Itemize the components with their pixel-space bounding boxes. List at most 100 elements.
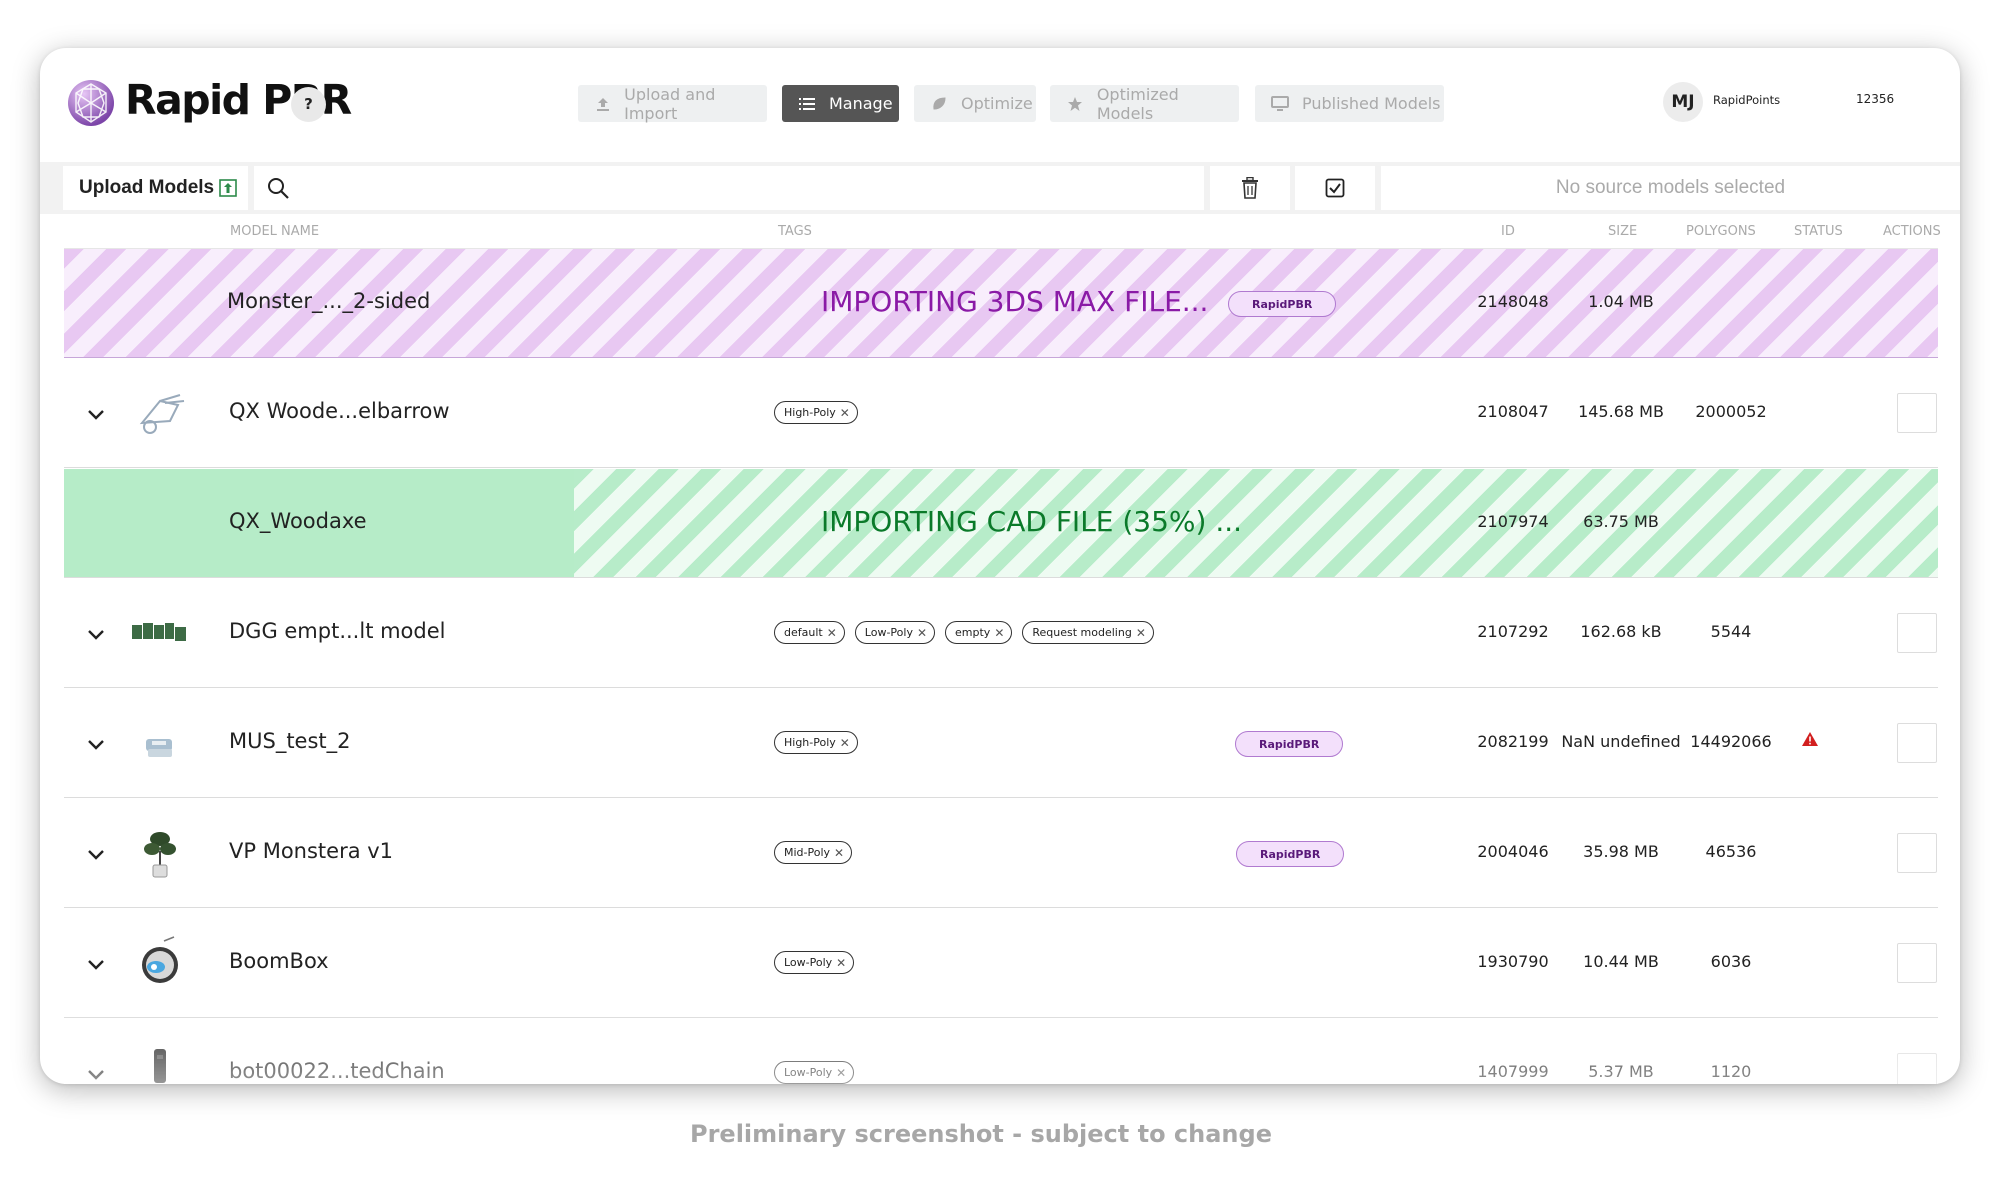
import-status-text: IMPORTING 3DS MAX FILE... <box>821 285 1209 318</box>
chevron-down-icon[interactable] <box>84 952 108 976</box>
table-header: MODEL NAME TAGS ID SIZE POLYGONS STATUS … <box>64 214 1941 249</box>
table-row[interactable]: QX Woode...elbarrow High-Poly ✕ 2108047 1… <box>64 359 1938 468</box>
model-id: 2107292 <box>1477 622 1549 641</box>
column-status[interactable]: STATUS <box>1794 224 1843 239</box>
tag-chip[interactable]: empty ✕ <box>945 621 1013 644</box>
select-all-button[interactable] <box>1295 166 1375 210</box>
chevron-down-icon[interactable] <box>84 732 108 756</box>
column-size[interactable]: SIZE <box>1608 224 1637 239</box>
tag-chip[interactable]: Low-Poly ✕ <box>854 621 936 644</box>
table-row-importing[interactable]: QX_Woodaxe IMPORTING CAD FILE (35%) ... … <box>64 469 1938 578</box>
nav-label: Manage <box>829 94 893 113</box>
search-icon <box>268 178 289 199</box>
remove-tag-icon[interactable]: ✕ <box>1136 626 1146 640</box>
remove-tag-icon[interactable]: ✕ <box>827 626 837 640</box>
row-select-checkbox[interactable] <box>1897 943 1937 983</box>
table-row-importing[interactable]: Monster_..._2-sided IMPORTING 3DS MAX FI… <box>64 249 1938 358</box>
remove-tag-icon[interactable]: ✕ <box>834 846 844 860</box>
delete-button[interactable] <box>1210 166 1290 210</box>
rapidpoints-value: 12356 <box>1856 92 1895 106</box>
tag-list: Mid-Poly ✕ <box>774 841 853 864</box>
table-row[interactable]: VP Monstera v1 Mid-Poly ✕ RapidPBR 200404… <box>64 799 1938 908</box>
nav-published-models[interactable]: Published Models <box>1255 85 1444 122</box>
model-name: MUS_test_2 <box>229 729 351 753</box>
upload-icon <box>219 179 237 197</box>
tag-chip[interactable]: High-Poly ✕ <box>774 401 858 424</box>
remove-tag-icon[interactable]: ✕ <box>840 406 850 420</box>
status-cell <box>1790 731 1830 751</box>
model-name: Monster_..._2-sided <box>227 289 431 313</box>
column-polygons[interactable]: POLYGONS <box>1686 224 1756 239</box>
search-input[interactable] <box>254 166 1204 210</box>
warning-icon <box>1802 732 1818 746</box>
chevron-down-icon[interactable] <box>84 842 108 866</box>
model-id: 1407999 <box>1477 1062 1549 1081</box>
leaf-icon <box>929 96 949 112</box>
nav-label: Optimize <box>961 94 1033 113</box>
model-size: 162.68 kB <box>1580 622 1662 641</box>
model-size: 63.75 MB <box>1583 512 1659 531</box>
nav-manage[interactable]: Manage <box>782 85 899 122</box>
chevron-down-icon[interactable] <box>84 622 108 646</box>
model-name: bot00022...tedChain <box>229 1059 445 1083</box>
trash-icon <box>1242 177 1258 199</box>
column-model-name[interactable]: MODEL NAME <box>230 224 319 239</box>
tag-chip[interactable]: High-Poly ✕ <box>774 731 858 754</box>
tag-label: Low-Poly <box>864 626 913 639</box>
app-window: Rapid PBR ? Upload and Import Manage Opt… <box>40 48 1960 1084</box>
tag-label: High-Poly <box>784 736 836 749</box>
remove-tag-icon[interactable]: ✕ <box>836 1066 846 1080</box>
model-size: 5.37 MB <box>1588 1062 1654 1081</box>
import-progress-stripes <box>574 469 1938 577</box>
row-select-checkbox[interactable] <box>1897 393 1937 433</box>
help-button[interactable]: ? <box>291 87 326 122</box>
caption: Preliminary screenshot - subject to chan… <box>690 1120 1272 1148</box>
remove-tag-icon[interactable]: ✕ <box>994 626 1004 640</box>
table-row[interactable]: BoomBox Low-Poly ✕ 1930790 10.44 MB 6036 <box>64 909 1938 1018</box>
nav-optimized-models[interactable]: Optimized Models <box>1050 84 1239 123</box>
checkbox-checked-icon <box>1325 178 1345 198</box>
upload-models-button[interactable]: Upload Models <box>63 166 248 210</box>
nav-upload-and-import[interactable]: Upload and Import <box>578 85 767 123</box>
model-polygons: 5544 <box>1710 622 1752 641</box>
model-size: NaN undefined <box>1561 732 1681 751</box>
chevron-down-icon[interactable] <box>84 402 108 426</box>
tag-list: default ✕ Low-Poly ✕ empty ✕ Request modeli… <box>774 621 1154 644</box>
tag-chip[interactable]: Request modeling ✕ <box>1022 621 1154 644</box>
tag-chip[interactable]: Low-Poly ✕ <box>774 1061 855 1084</box>
model-polygons: 2000052 <box>1695 402 1767 421</box>
table-row[interactable]: MUS_test_2 High-Poly ✕ RapidPBR 2082199 N… <box>64 689 1938 798</box>
column-actions: ACTIONS <box>1883 224 1941 239</box>
nav-label: Optimized Models <box>1096 84 1179 123</box>
nav-label: Published Models <box>1302 94 1441 113</box>
remove-tag-icon[interactable]: ✕ <box>840 736 850 750</box>
nav-optimize[interactable]: Optimize <box>914 85 1036 122</box>
row-select-checkbox[interactable] <box>1897 723 1937 763</box>
model-id: 2004046 <box>1477 842 1549 861</box>
tag-chip[interactable]: default ✕ <box>774 621 845 644</box>
remove-tag-icon[interactable]: ✕ <box>917 626 927 640</box>
import-status-text: IMPORTING CAD FILE (35%) ... <box>821 505 1243 538</box>
column-id[interactable]: ID <box>1501 224 1515 239</box>
toolbar: Upload Models No source models selected <box>40 162 1960 214</box>
column-tags[interactable]: TAGS <box>778 224 812 239</box>
row-select-checkbox[interactable] <box>1897 833 1937 873</box>
model-id: 2107974 <box>1477 512 1549 531</box>
wheelbarrow-thumbnail <box>139 394 185 434</box>
tag-chip[interactable]: Low-Poly ✕ <box>774 951 855 974</box>
model-name: QX Woode...elbarrow <box>229 399 450 423</box>
remove-tag-icon[interactable]: ✕ <box>836 956 846 970</box>
table-row[interactable]: DGG empt...lt model default ✕ Low-Poly ✕ e… <box>64 579 1938 688</box>
row-select-checkbox[interactable] <box>1897 613 1937 653</box>
table-row[interactable]: bot00022...tedChain Low-Poly ✕ 1407999 5.… <box>64 1019 1938 1084</box>
tag-label: Low-Poly <box>784 1066 833 1079</box>
chevron-down-icon[interactable] <box>84 1062 108 1084</box>
rapidpbr-badge: RapidPBR <box>1236 841 1345 867</box>
robot-model-thumbnail <box>154 1049 166 1083</box>
tag-chip[interactable]: Mid-Poly ✕ <box>774 841 853 864</box>
user-avatar[interactable]: MJ <box>1663 82 1703 122</box>
model-id: 2082199 <box>1477 732 1549 751</box>
row-select-checkbox[interactable] <box>1897 1053 1937 1084</box>
upload-models-label: Upload Models <box>79 177 215 198</box>
top-header: Rapid PBR ? Upload and Import Manage Opt… <box>40 48 1960 162</box>
